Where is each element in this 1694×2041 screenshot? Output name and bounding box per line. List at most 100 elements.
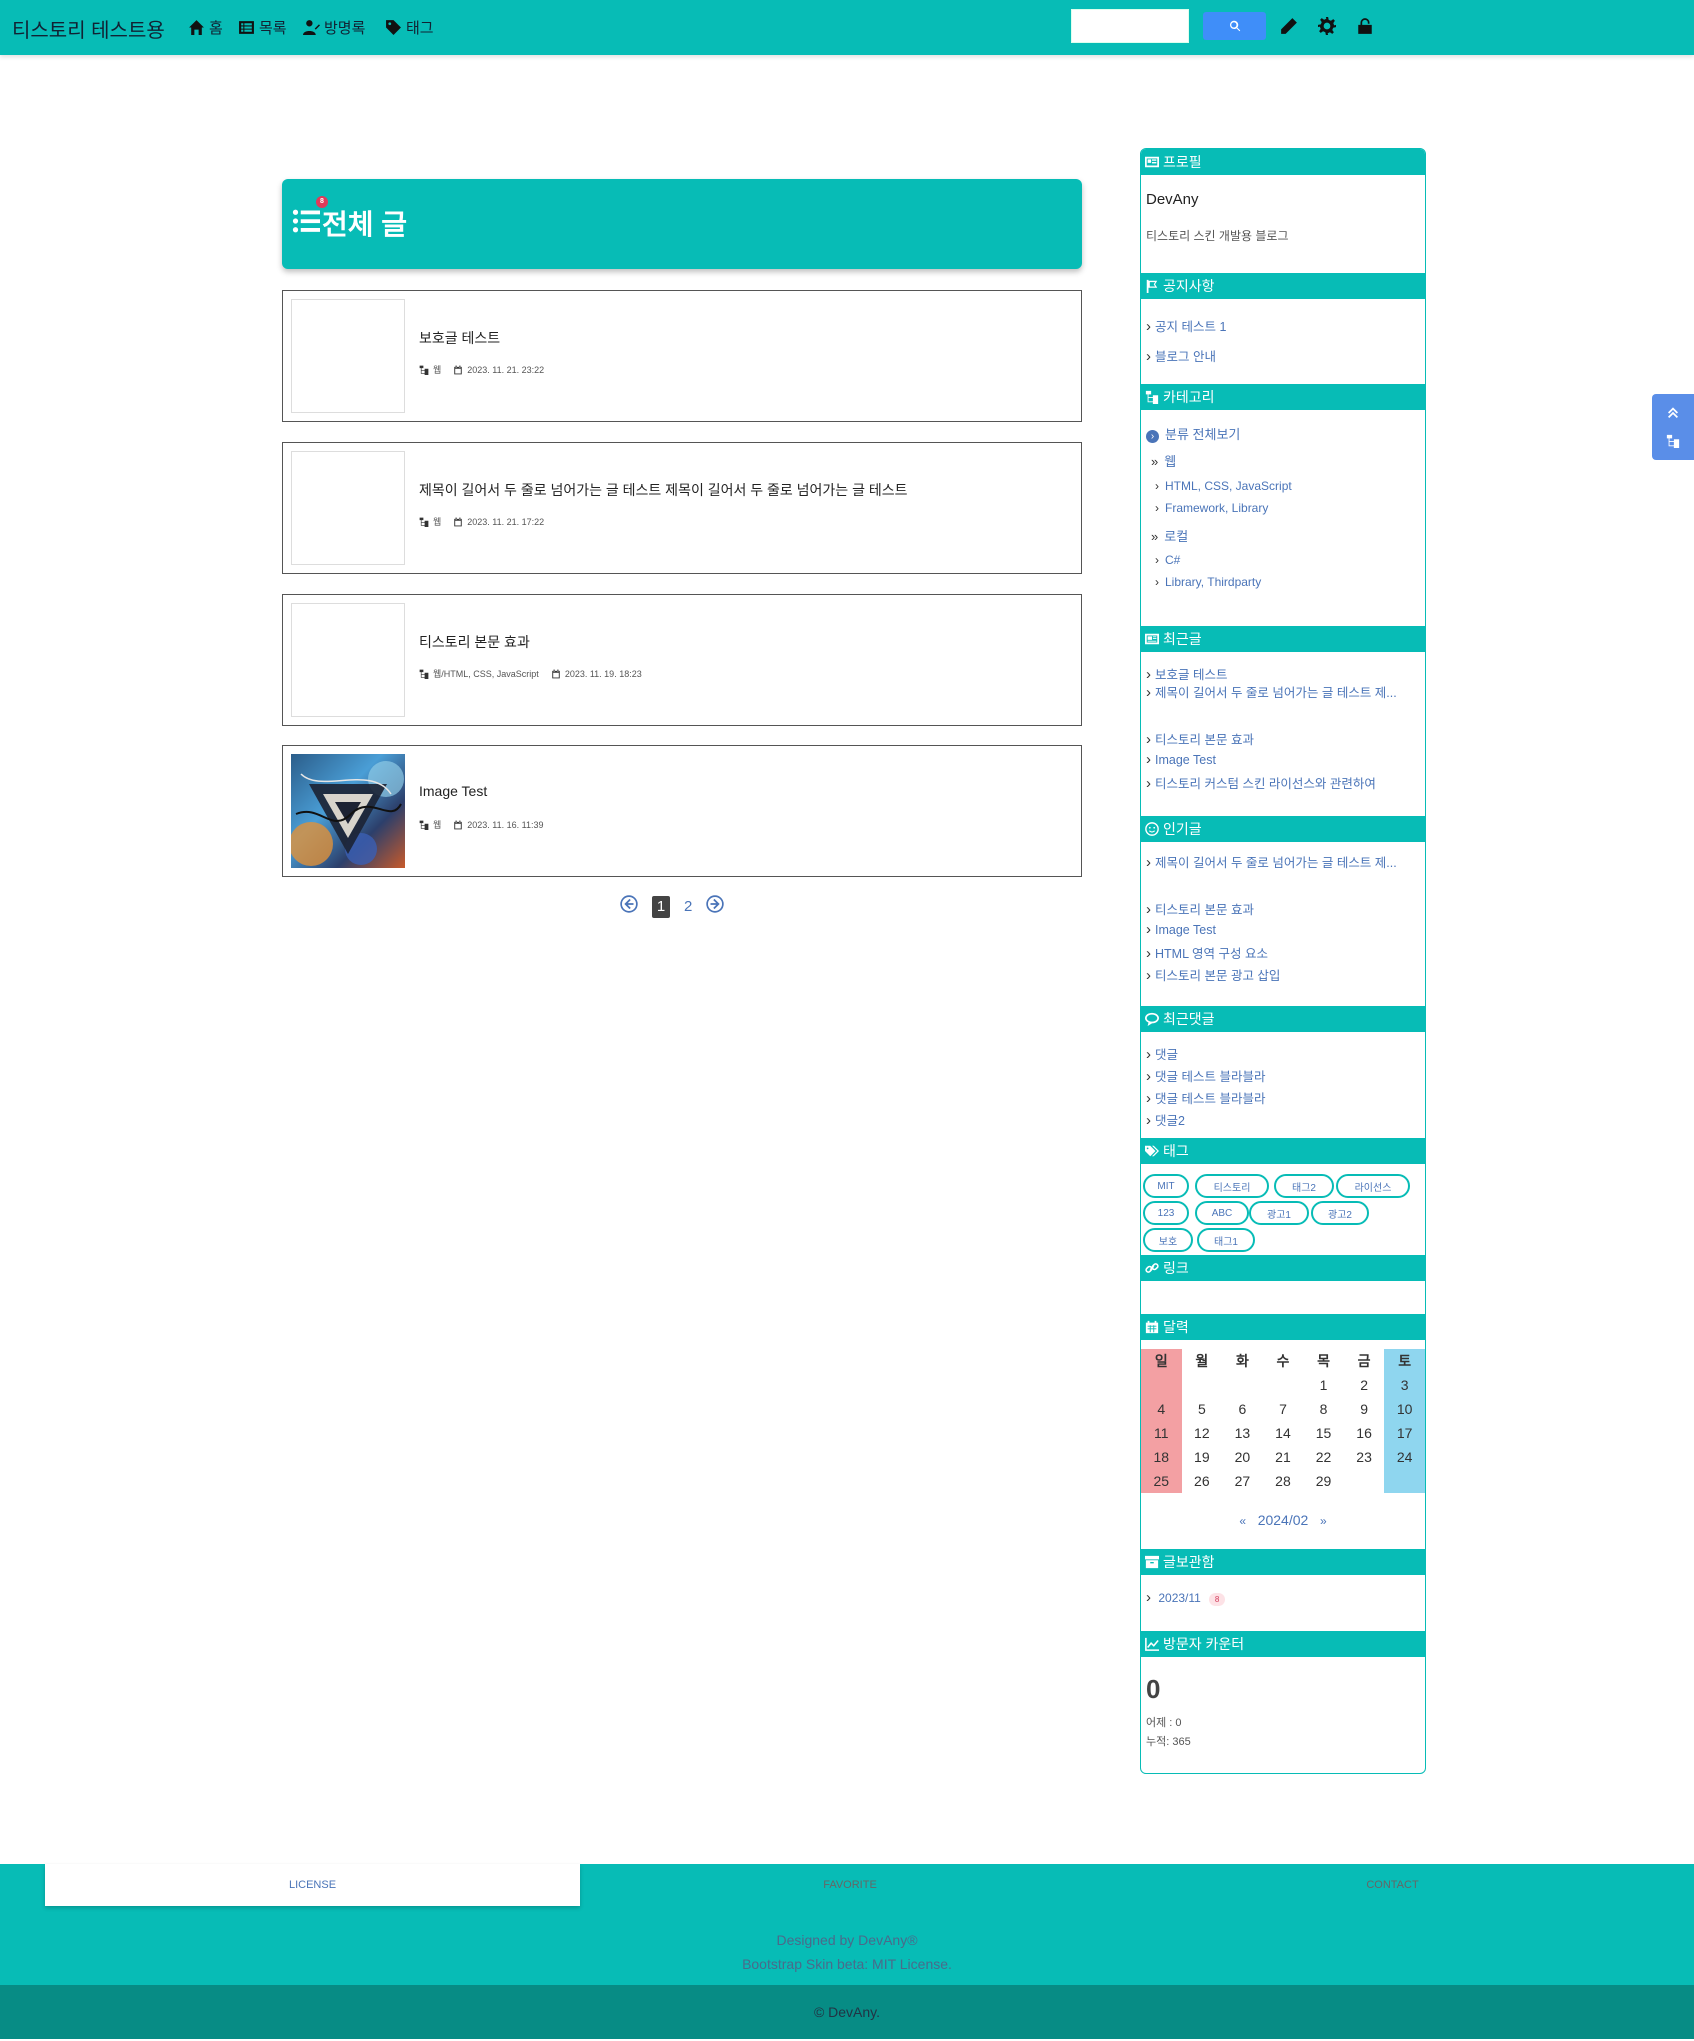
post-thumbnail[interactable] — [291, 299, 405, 413]
footer-tab-favorite[interactable]: FAVORITE — [580, 1864, 1120, 1906]
post-card[interactable]: 보호글 테스트 웹 2023. 11. 21. 23:22 — [282, 290, 1082, 422]
nav-tag[interactable]: 태그 — [385, 17, 434, 38]
visitor-today-count: 0 — [1146, 1674, 1161, 1704]
tag-chip[interactable]: 태그2 — [1274, 1174, 1334, 1198]
category-icon — [419, 669, 429, 679]
post-date: 2023. 11. 19. 18:23 — [564, 668, 642, 679]
popular-post-item[interactable]: HTML 영역 구성 요소 — [1146, 943, 1268, 962]
scroll-top-icon[interactable] — [1666, 406, 1680, 420]
page-2-link[interactable]: 2 — [684, 898, 692, 915]
category-tree-icon[interactable] — [1666, 434, 1680, 448]
abstract-artwork-image — [291, 754, 405, 868]
post-card[interactable]: Image Test 웹 2023. 11. 16. 11:39 — [282, 745, 1082, 877]
tag-chip[interactable]: 티스토리 — [1195, 1174, 1269, 1198]
weekday-thu: 목 — [1317, 1353, 1330, 1369]
next-page-button[interactable] — [706, 895, 725, 918]
post-thumbnail[interactable] — [291, 603, 405, 717]
footer: LICENSE FAVORITE CONTACT Designed by Dev… — [0, 1864, 1694, 1985]
calendar-month[interactable]: 2024/02 — [1258, 1512, 1309, 1528]
link-icon — [1145, 1263, 1159, 1273]
post-category[interactable]: 웹 — [433, 515, 441, 528]
write-button[interactable] — [1280, 17, 1300, 37]
tag-chip[interactable]: 라이선스 — [1336, 1174, 1410, 1198]
fire-face-icon — [1145, 822, 1159, 836]
post-thumbnail-image[interactable] — [291, 754, 405, 868]
recent-post-item[interactable]: 티스토리 본문 효과 — [1146, 729, 1254, 748]
recent-comment-item[interactable]: 댓글2 — [1146, 1110, 1185, 1129]
tag-chip[interactable]: 태그1 — [1197, 1228, 1255, 1252]
footer-tab-license[interactable]: LICENSE — [45, 1864, 580, 1906]
popular-posts-heading: 인기글 — [1141, 816, 1425, 842]
recent-comment-item[interactable]: 댓글 — [1146, 1044, 1178, 1063]
login-button[interactable] — [1356, 17, 1376, 37]
chevron-right-icon: › — [1155, 501, 1159, 515]
calendar-day: 11 — [1141, 1421, 1182, 1445]
footer-tab-contact[interactable]: CONTACT — [1120, 1864, 1665, 1906]
tag-chip[interactable]: ABC — [1195, 1201, 1249, 1225]
category-item[interactable]: › Framework, Library — [1155, 501, 1268, 515]
popular-post-item[interactable]: Image Test — [1146, 921, 1216, 938]
page-title: 전체 글 — [322, 209, 408, 240]
line-chart-icon — [1145, 1637, 1159, 1651]
post-card[interactable]: 티스토리 본문 효과 웹/HTML, CSS, JavaScript 2023.… — [282, 594, 1082, 726]
post-title[interactable]: Image Test — [419, 783, 487, 799]
calendar-table: 일 월 화 수 목 금 토 1 2 3 4 5 6 7 8 9 10 11 12… — [1141, 1349, 1425, 1493]
category-item[interactable]: › C# — [1155, 553, 1180, 567]
blog-title[interactable]: 티스토리 테스트용 — [12, 14, 165, 43]
category-item[interactable]: › Library, Thirdparty — [1155, 575, 1261, 589]
calendar-day — [1384, 1469, 1425, 1493]
nav-home[interactable]: 홈 — [188, 17, 223, 38]
tag-chip[interactable]: MIT — [1143, 1174, 1189, 1198]
arrow-left-circle-icon — [620, 895, 638, 913]
recent-post-item[interactable]: Image Test — [1146, 751, 1216, 768]
calendar-next-button[interactable]: » — [1320, 1514, 1327, 1528]
page-1-current[interactable]: 1 — [652, 895, 670, 918]
category-group-web[interactable]: » 웹 — [1151, 451, 1176, 470]
post-title[interactable]: 티스토리 본문 효과 — [419, 632, 530, 652]
weekday-mon: 월 — [1195, 1353, 1209, 1369]
category-group-local[interactable]: » 로컬 — [1151, 526, 1188, 545]
tag-chip[interactable]: 광고2 — [1311, 1201, 1369, 1225]
tag-chip[interactable]: 보호 — [1143, 1228, 1193, 1252]
nav-list[interactable]: 목록 — [238, 17, 287, 38]
calendar-day: 24 — [1384, 1445, 1425, 1469]
recent-post-item[interactable]: 보호글 테스트 — [1146, 664, 1227, 683]
calendar-day: 5 — [1197, 1401, 1206, 1417]
nav-guestbook[interactable]: 방명록 — [303, 17, 365, 38]
popular-post-item[interactable]: 티스토리 본문 광고 삽입 — [1146, 965, 1280, 984]
post-category[interactable]: 웹 — [433, 818, 441, 831]
settings-button[interactable] — [1318, 17, 1338, 37]
post-title[interactable]: 보호글 테스트 — [419, 328, 500, 348]
post-meta: 웹 2023. 11. 16. 11:39 — [419, 818, 544, 831]
recent-post-item[interactable]: 제목이 길어서 두 줄로 넘어가는 글 테스트 제... — [1146, 683, 1416, 703]
calendar-day: 20 — [1234, 1449, 1251, 1465]
tag-chip[interactable]: 광고1 — [1249, 1201, 1309, 1225]
search-button[interactable] — [1203, 12, 1266, 40]
tag-chip[interactable]: 123 — [1143, 1201, 1189, 1225]
post-category[interactable]: 웹/HTML, CSS, JavaScript — [433, 667, 539, 680]
post-date: 2023. 11. 21. 17:22 — [467, 516, 545, 527]
recent-post-item[interactable]: 티스토리 커스텀 스킨 라이선스와 관련하여 — [1146, 773, 1376, 792]
floating-toolbar — [1652, 394, 1694, 460]
calendar-day: 17 — [1384, 1421, 1425, 1445]
calendar-prev-button[interactable]: « — [1239, 1514, 1246, 1528]
category-all[interactable]: › 분류 전체보기 — [1146, 424, 1240, 443]
notice-item[interactable]: 공지 테스트 1 — [1146, 316, 1226, 335]
post-category[interactable]: 웹 — [433, 363, 441, 376]
popular-post-item[interactable]: 제목이 길어서 두 줄로 넘어가는 글 테스트 제... — [1146, 853, 1416, 873]
popular-post-item[interactable]: 티스토리 본문 효과 — [1146, 899, 1254, 918]
recent-comment-item[interactable]: 댓글 테스트 블라블라 — [1146, 1088, 1265, 1107]
home-icon — [189, 20, 204, 35]
post-card[interactable]: 제목이 길어서 두 줄로 넘어가는 글 테스트 제목이 길어서 두 줄로 넘어가… — [282, 442, 1082, 574]
calendar-day: 23 — [1356, 1449, 1372, 1465]
prev-page-button[interactable] — [620, 895, 638, 918]
category-item[interactable]: › HTML, CSS, JavaScript — [1155, 479, 1292, 493]
weekday-sat: 토 — [1384, 1349, 1425, 1373]
recent-comment-item[interactable]: 댓글 테스트 블라블라 — [1146, 1066, 1265, 1085]
chevron-right-icon: › — [1155, 479, 1159, 493]
archive-item[interactable]: 2023/118 — [1146, 1589, 1226, 1606]
notice-item[interactable]: 블로그 안내 — [1146, 346, 1216, 365]
post-title[interactable]: 제목이 길어서 두 줄로 넘어가는 글 테스트 제목이 길어서 두 줄로 넘어가… — [419, 480, 907, 500]
search-input[interactable] — [1071, 9, 1189, 43]
post-thumbnail[interactable] — [291, 451, 405, 565]
